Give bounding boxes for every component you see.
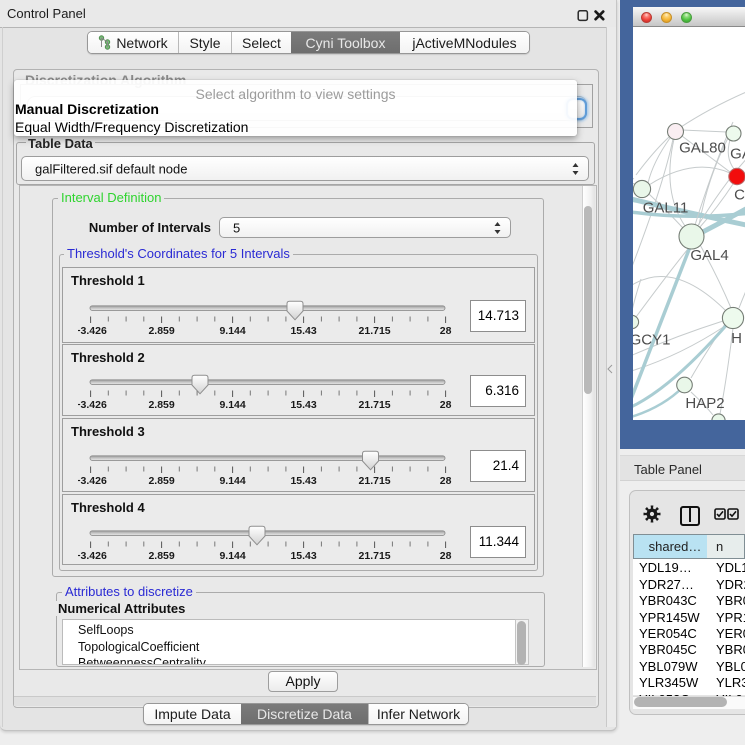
svg-text:28: 28 [440, 399, 452, 411]
svg-text:2.859: 2.859 [148, 550, 174, 562]
svg-text:15.43: 15.43 [290, 475, 316, 487]
svg-text:21.715: 21.715 [359, 550, 391, 562]
svg-text:−3.426: −3.426 [78, 550, 107, 562]
svg-text:−3.426: −3.426 [78, 325, 107, 337]
svg-text:9.144: 9.144 [219, 325, 245, 337]
svg-text:28: 28 [440, 550, 452, 562]
svg-text:21.715: 21.715 [359, 475, 391, 487]
svg-text:H: H [731, 330, 742, 347]
svg-text:9.144: 9.144 [219, 550, 245, 562]
svg-text:C: C [734, 187, 745, 204]
svg-text:−3.426: −3.426 [78, 475, 107, 487]
svg-text:9.144: 9.144 [219, 399, 245, 411]
svg-text:2.859: 2.859 [148, 325, 174, 337]
svg-text:28: 28 [440, 475, 452, 487]
svg-text:21.715: 21.715 [359, 399, 391, 411]
svg-text:28: 28 [440, 325, 452, 337]
svg-text:9.144: 9.144 [219, 475, 245, 487]
svg-text:21.715: 21.715 [359, 325, 391, 337]
svg-text:GAL11: GAL11 [643, 200, 689, 217]
svg-text:GAL80: GAL80 [679, 140, 726, 157]
svg-text:15.43: 15.43 [290, 550, 316, 562]
svg-text:15.43: 15.43 [290, 399, 316, 411]
svg-text:2.859: 2.859 [148, 399, 174, 411]
svg-text:−3.426: −3.426 [78, 399, 107, 411]
svg-text:GA: GA [730, 146, 745, 163]
svg-text:15.43: 15.43 [290, 325, 316, 337]
svg-text:GCY1: GCY1 [633, 331, 670, 348]
svg-text:2.859: 2.859 [148, 475, 174, 487]
svg-text:GAL4: GAL4 [690, 247, 728, 264]
svg-text:HAP2: HAP2 [685, 395, 724, 412]
